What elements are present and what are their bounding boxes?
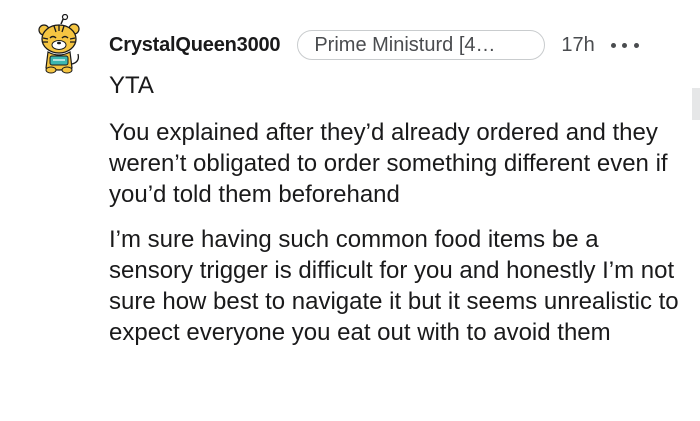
user-flair: Prime Ministurd [4…: [297, 30, 546, 60]
comment-paragraph: You explained after they’d already order…: [109, 119, 668, 208]
user-avatar[interactable]: [34, 13, 84, 76]
more-horizontal-icon: [610, 42, 639, 48]
scrollbar-edge: [692, 88, 700, 120]
more-options-button[interactable]: [610, 33, 639, 57]
username-link[interactable]: CrystalQueen3000: [109, 34, 281, 57]
comment-timestamp[interactable]: 17h: [561, 34, 594, 57]
snoo-tiger-avatar-icon: [38, 13, 80, 74]
comment: CrystalQueen3000 Prime Ministurd [4… 17h…: [0, 0, 700, 421]
comment-body: YTA You explained after they’d already o…: [109, 70, 684, 362]
user-flair-text: Prime Ministurd [4…: [314, 33, 496, 56]
comment-paragraph: I’m sure having such common food items b…: [109, 226, 679, 346]
comment-header: CrystalQueen3000 Prime Ministurd [4… 17h: [109, 28, 639, 62]
comment-paragraph: YTA: [109, 72, 154, 99]
